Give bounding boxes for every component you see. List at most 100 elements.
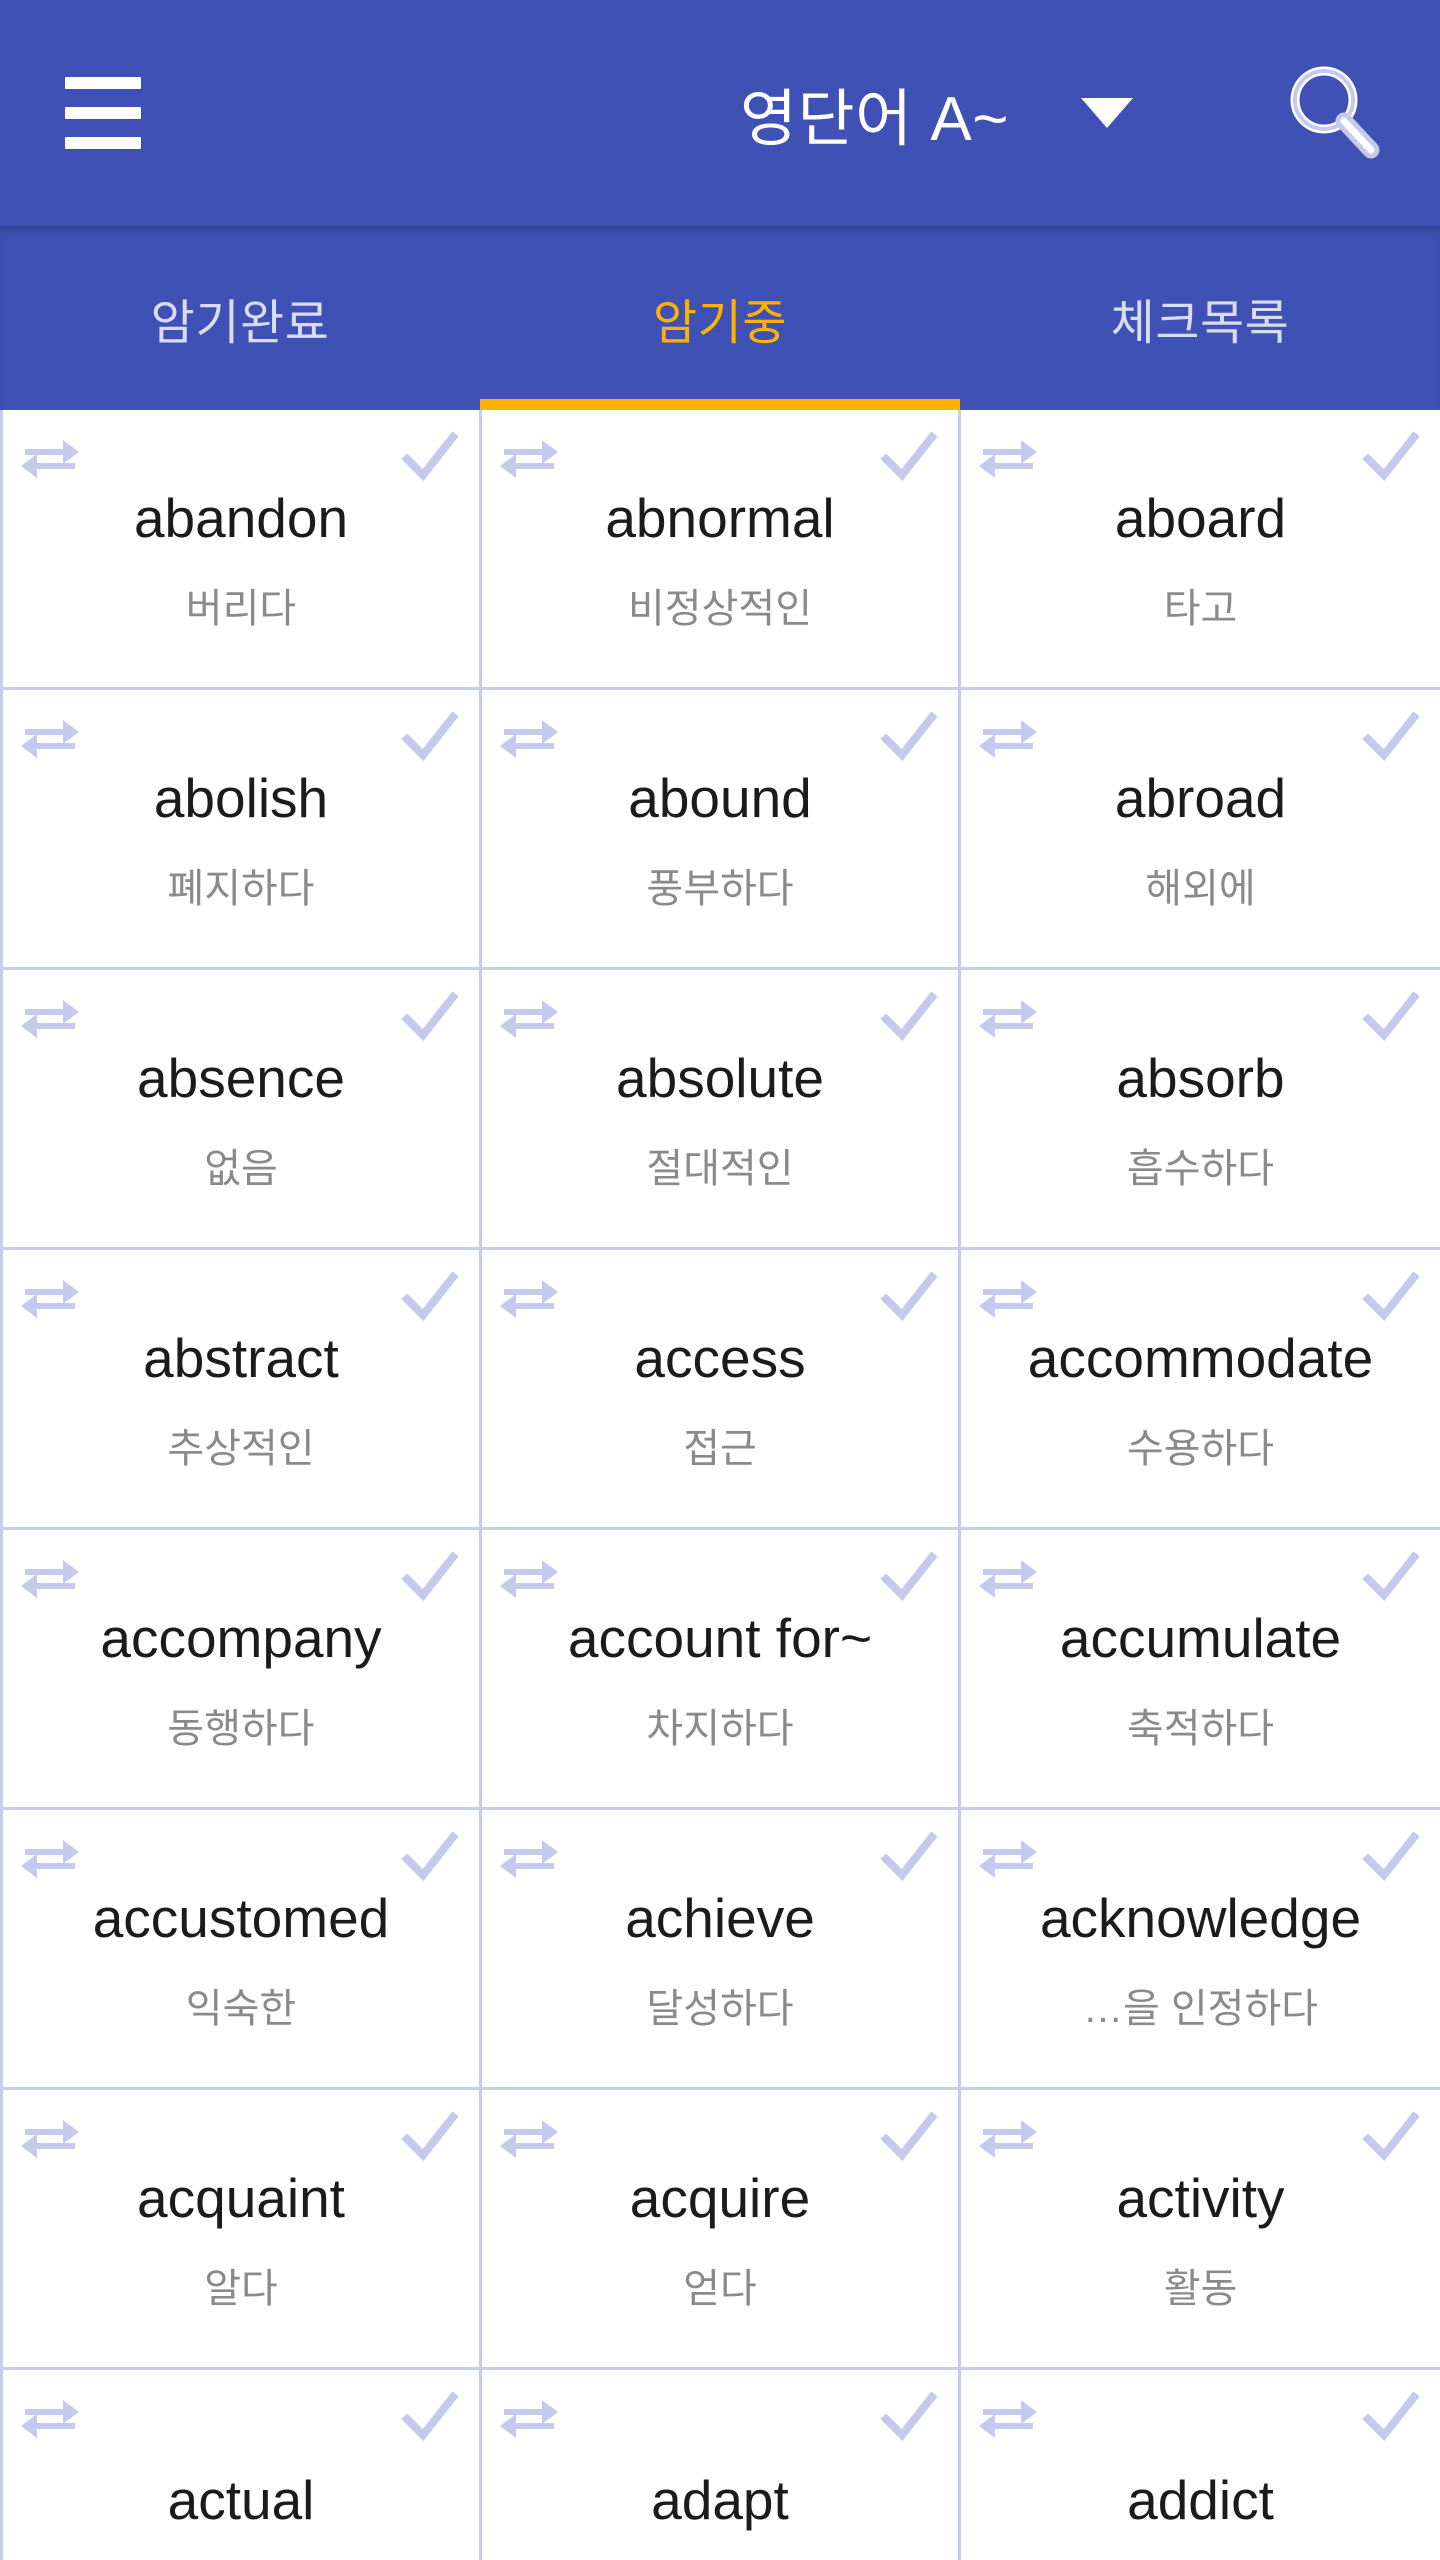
word-card[interactable]: aboard 타고	[961, 410, 1440, 690]
word-card[interactable]: achieve 달성하다	[482, 1810, 961, 2090]
word-card[interactable]: absolute 절대적인	[482, 970, 961, 1250]
swap-arrows-icon[interactable]	[977, 1832, 1039, 1882]
check-icon[interactable]	[401, 1828, 459, 1886]
word-card[interactable]: accommodate 수용하다	[961, 1250, 1440, 1530]
check-icon[interactable]	[1362, 1828, 1420, 1886]
word-card[interactable]: abstract 추상적인	[3, 1250, 482, 1530]
swap-arrows-icon[interactable]	[498, 432, 560, 482]
word-english: accompany	[100, 1607, 382, 1670]
check-icon[interactable]	[401, 988, 459, 1046]
swap-arrows-icon[interactable]	[977, 1272, 1039, 1322]
word-card[interactable]: abandon 버리다	[3, 410, 482, 690]
tab-memorized[interactable]: 암기완료	[0, 226, 480, 410]
check-icon[interactable]	[401, 2388, 459, 2446]
word-card[interactable]: acquaint 알다	[3, 2090, 482, 2370]
swap-arrows-icon[interactable]	[977, 712, 1039, 762]
swap-arrows-icon[interactable]	[19, 712, 81, 762]
check-icon[interactable]	[401, 1548, 459, 1606]
word-card[interactable]: actual	[3, 2370, 482, 2560]
swap-arrows-icon[interactable]	[498, 712, 560, 762]
check-icon[interactable]	[880, 988, 938, 1046]
word-english: accommodate	[1027, 1327, 1374, 1390]
word-meaning: 풍부하다	[646, 866, 794, 911]
hamburger-menu-icon[interactable]	[38, 48, 168, 178]
word-meaning: 동행하다	[167, 1706, 315, 1751]
tab-memorizing-label: 암기중	[653, 297, 787, 350]
word-meaning: …을 인정하다	[1082, 1986, 1319, 2031]
swap-arrows-icon[interactable]	[19, 992, 81, 1042]
word-card[interactable]: accustomed 익숙한	[3, 1810, 482, 2090]
swap-arrows-icon[interactable]	[19, 1272, 81, 1322]
word-english: abound	[628, 767, 812, 830]
swap-arrows-icon[interactable]	[977, 2112, 1039, 2162]
search-icon[interactable]	[1272, 51, 1396, 175]
check-icon[interactable]	[401, 708, 459, 766]
word-card[interactable]: account for~ 차지하다	[482, 1530, 961, 1810]
word-card[interactable]: acknowledge …을 인정하다	[961, 1810, 1440, 2090]
check-icon[interactable]	[1362, 428, 1420, 486]
check-icon[interactable]	[880, 1828, 938, 1886]
check-icon[interactable]	[401, 1268, 459, 1326]
check-icon[interactable]	[401, 2108, 459, 2166]
word-meaning: 차지하다	[646, 1706, 794, 1751]
word-card[interactable]: addict	[961, 2370, 1440, 2560]
word-meaning: 얻다	[683, 2266, 757, 2311]
check-icon[interactable]	[880, 708, 938, 766]
title-dropdown[interactable]: 영단어 A~	[740, 68, 1133, 158]
swap-arrows-icon[interactable]	[498, 2392, 560, 2442]
swap-arrows-icon[interactable]	[19, 432, 81, 482]
word-card[interactable]: acquire 얻다	[482, 2090, 961, 2370]
check-icon[interactable]	[880, 1548, 938, 1606]
word-english: abolish	[153, 767, 329, 830]
swap-arrows-icon[interactable]	[977, 432, 1039, 482]
swap-arrows-icon[interactable]	[19, 2392, 81, 2442]
chevron-down-icon[interactable]	[1080, 98, 1133, 128]
tab-memorizing[interactable]: 암기중	[480, 226, 960, 410]
word-card[interactable]: abnormal 비정상적인	[482, 410, 961, 690]
tab-checklist-label: 체크목록	[1110, 297, 1290, 350]
tab-checklist[interactable]: 체크목록	[960, 226, 1440, 410]
word-card[interactable]: abroad 해외에	[961, 690, 1440, 970]
swap-arrows-icon[interactable]	[19, 1832, 81, 1882]
word-card[interactable]: adapt	[482, 2370, 961, 2560]
word-card[interactable]: accompany 동행하다	[3, 1530, 482, 1810]
word-meaning: 익숙한	[185, 1986, 297, 2031]
swap-arrows-icon[interactable]	[498, 1272, 560, 1322]
word-card[interactable]: abound 풍부하다	[482, 690, 961, 970]
word-meaning: 해외에	[1145, 866, 1256, 911]
swap-arrows-icon[interactable]	[498, 1832, 560, 1882]
word-card[interactable]: absorb 흡수하다	[961, 970, 1440, 1250]
check-icon[interactable]	[1362, 1548, 1420, 1606]
word-english: absolute	[616, 1047, 824, 1110]
check-icon[interactable]	[1362, 1268, 1420, 1326]
check-icon[interactable]	[880, 2108, 938, 2166]
check-icon[interactable]	[1362, 2108, 1420, 2166]
swap-arrows-icon[interactable]	[19, 2112, 81, 2162]
word-meaning: 타고	[1163, 586, 1238, 631]
check-icon[interactable]	[880, 1268, 938, 1326]
word-card[interactable]: access 접근	[482, 1250, 961, 1530]
check-icon[interactable]	[1362, 988, 1420, 1046]
check-icon[interactable]	[880, 2388, 938, 2446]
swap-arrows-icon[interactable]	[498, 2112, 560, 2162]
page-title: 영단어 A~	[740, 85, 1009, 154]
check-icon[interactable]	[401, 428, 459, 486]
word-english: aboard	[1114, 487, 1287, 550]
swap-arrows-icon[interactable]	[498, 992, 560, 1042]
word-english: access	[634, 1327, 806, 1390]
word-card[interactable]: abolish 폐지하다	[3, 690, 482, 970]
word-card[interactable]: activity 활동	[961, 2090, 1440, 2370]
check-icon[interactable]	[1362, 2388, 1420, 2446]
check-icon[interactable]	[880, 428, 938, 486]
word-card[interactable]: accumulate 축적하다	[961, 1530, 1440, 1810]
word-meaning: 버리다	[185, 586, 297, 631]
check-icon[interactable]	[1362, 708, 1420, 766]
swap-arrows-icon[interactable]	[19, 1552, 81, 1602]
swap-arrows-icon[interactable]	[977, 992, 1039, 1042]
word-card[interactable]: absence 없음	[3, 970, 482, 1250]
swap-arrows-icon[interactable]	[977, 1552, 1039, 1602]
vocabulary-app-screen: 영단어 A~ 암기완료 암기중 체크목록 abandon 버리다 abnorma…	[0, 0, 1440, 2560]
word-english: adapt	[651, 2469, 789, 2532]
swap-arrows-icon[interactable]	[498, 1552, 560, 1602]
swap-arrows-icon[interactable]	[977, 2392, 1039, 2442]
